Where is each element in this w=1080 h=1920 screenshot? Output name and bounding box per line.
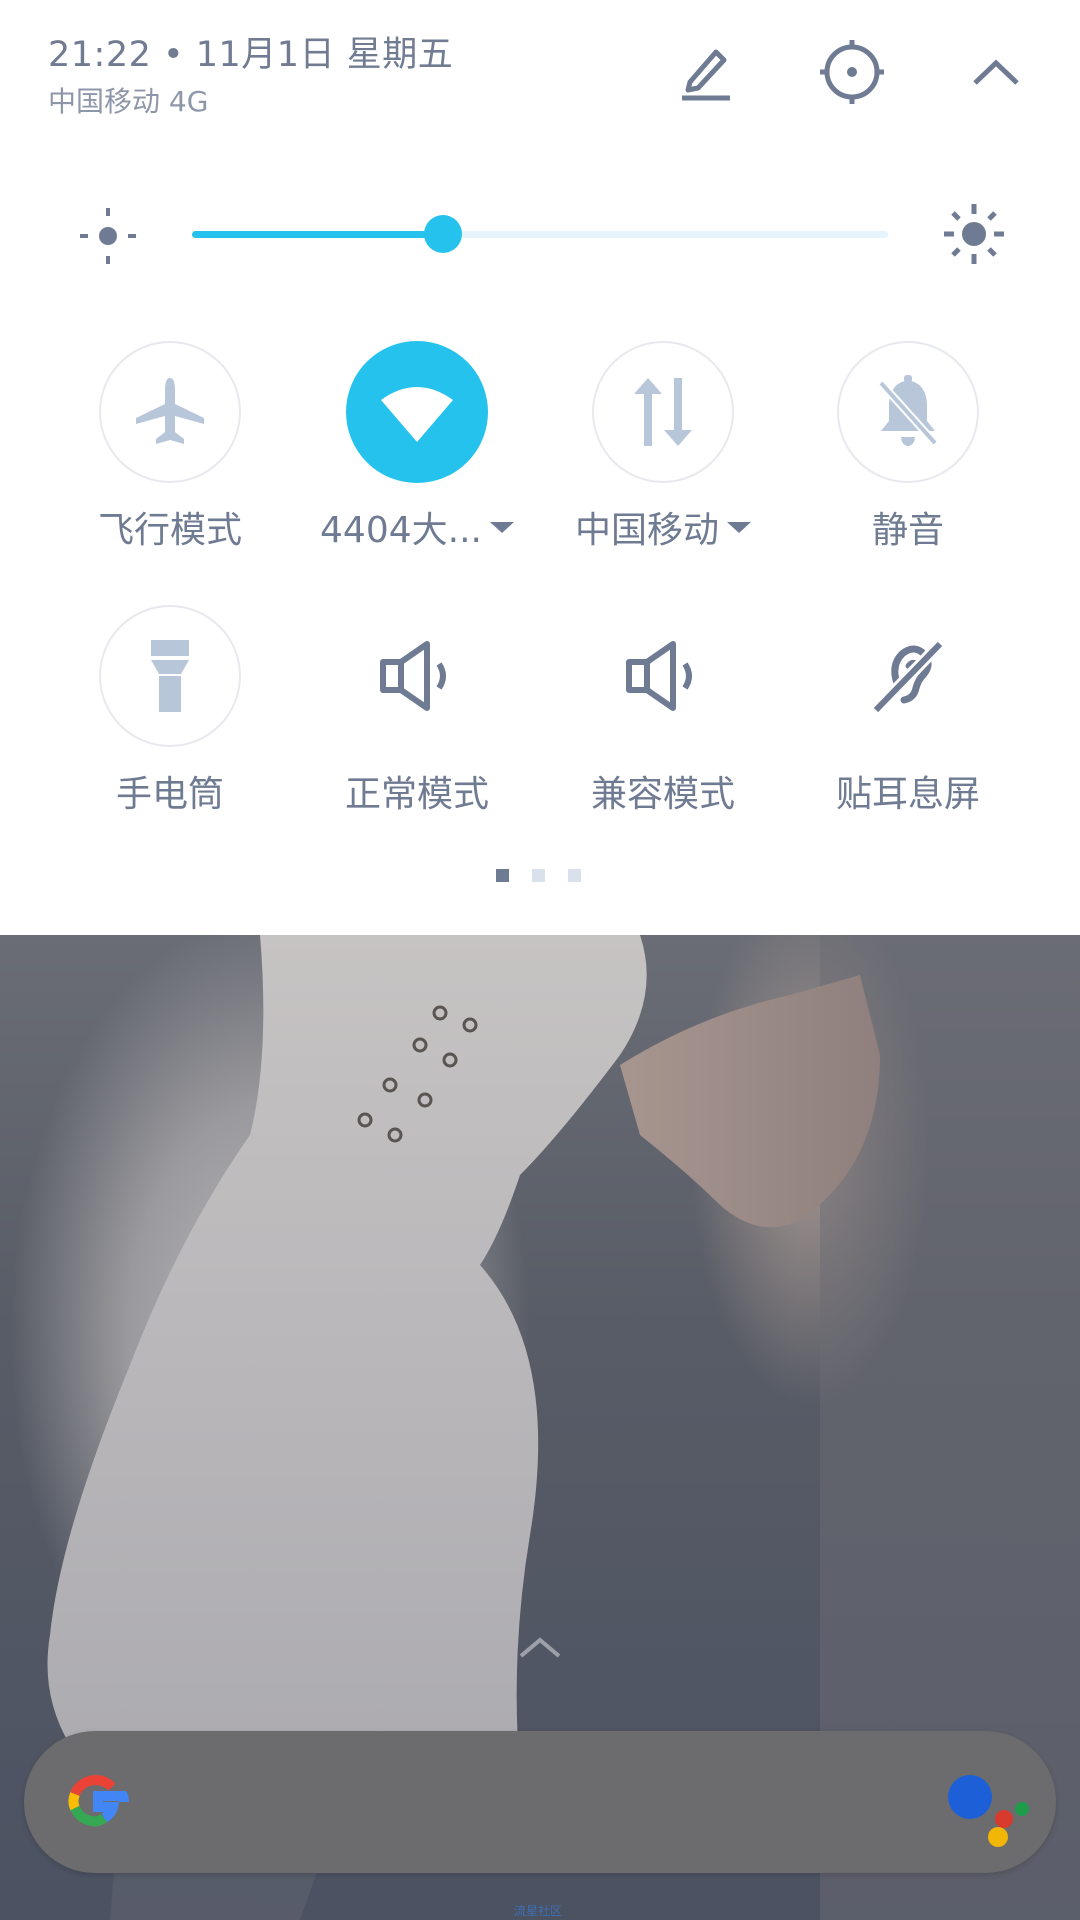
- mute-bell-icon: [878, 375, 938, 446]
- google-search-bar[interactable]: [24, 1731, 1056, 1873]
- page-dot: [496, 869, 509, 882]
- settings-button[interactable]: [816, 36, 888, 108]
- page-indicator: [496, 869, 581, 882]
- tile-flashlight-toggle[interactable]: [99, 605, 241, 747]
- watermark-text: 流星社区: [514, 1904, 563, 1918]
- app-drawer-chevron-icon[interactable]: [515, 1632, 565, 1662]
- page-dot: [532, 869, 545, 882]
- tile-label: 飞行模式: [97, 510, 242, 551]
- brightness-slider[interactable]: [192, 214, 888, 254]
- tile-label: 正常模式: [344, 774, 489, 815]
- edit-button[interactable]: [670, 36, 742, 108]
- quick-settings-panel: 21:22 • 11月1日 星期五 中国移动 4G 飞行模式 4404大... …: [0, 0, 1080, 935]
- tile-label: 4404大...: [320, 510, 482, 551]
- tile-airplane-mode[interactable]: 飞行模式: [70, 341, 270, 553]
- tile-label: 静音: [871, 510, 944, 551]
- speaker-icon: [380, 641, 446, 711]
- tile-airplane-toggle[interactable]: [99, 341, 241, 483]
- tile-compat-mode[interactable]: 兼容模式: [563, 605, 763, 817]
- brightness-low-icon: [80, 208, 136, 264]
- flashlight-icon: [151, 640, 189, 712]
- page-dot: [568, 869, 581, 882]
- tile-mute[interactable]: 静音: [808, 341, 1008, 553]
- brightness-fill: [192, 231, 443, 238]
- collapse-button[interactable]: [960, 36, 1032, 108]
- tile-flashlight[interactable]: 手电筒: [70, 605, 270, 817]
- dropdown-caret-icon: [727, 521, 751, 533]
- tile-compat-mode-toggle[interactable]: [592, 605, 734, 747]
- chevron-up-icon: [973, 59, 1019, 85]
- google-assistant-icon[interactable]: [942, 1767, 1032, 1847]
- brightness-high-icon: [944, 204, 1004, 264]
- tile-wifi[interactable]: 4404大...: [317, 341, 517, 553]
- google-icon[interactable]: [62, 1766, 134, 1838]
- brightness-thumb[interactable]: [423, 215, 462, 253]
- airplane-icon: [136, 378, 204, 444]
- tile-ear-screen-off[interactable]: 贴耳息屏: [808, 605, 1008, 817]
- settings-icon: [820, 40, 884, 104]
- tile-mobile-data[interactable]: 中国移动: [563, 341, 763, 553]
- tile-label: 贴耳息屏: [835, 774, 980, 815]
- wifi-icon: [381, 387, 453, 442]
- hearing-icon: [871, 639, 945, 715]
- edit-icon: [682, 49, 730, 101]
- speaker-icon: [626, 641, 692, 711]
- tile-label: 手电筒: [115, 774, 224, 815]
- mobile-data-icon: [634, 378, 692, 446]
- date-time: 21:22 • 11月1日 星期五: [48, 35, 454, 75]
- tile-mobile-data-toggle[interactable]: [592, 341, 734, 483]
- tile-normal-mode-toggle[interactable]: [346, 605, 488, 747]
- carrier-status: 中国移动 4G: [48, 85, 209, 118]
- tile-label: 中国移动: [574, 510, 719, 551]
- tile-label: 兼容模式: [590, 774, 735, 815]
- tile-wifi-toggle[interactable]: [346, 341, 488, 483]
- screen: 21:22 • 11月1日 星期五 中国移动 4G 飞行模式 4404大... …: [0, 0, 1080, 1920]
- tile-mobile-data-dropdown[interactable]: 中国移动: [563, 501, 763, 553]
- tile-wifi-dropdown[interactable]: 4404大...: [317, 501, 517, 553]
- tile-ear-screen-off-toggle[interactable]: [837, 605, 979, 747]
- tile-normal-mode[interactable]: 正常模式: [317, 605, 517, 817]
- tile-mute-toggle[interactable]: [837, 341, 979, 483]
- dropdown-caret-icon: [489, 521, 514, 533]
